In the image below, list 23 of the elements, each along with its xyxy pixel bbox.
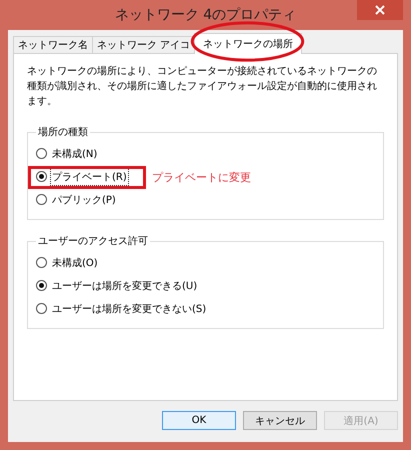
radio-button[interactable] (36, 148, 47, 159)
description-text: ネットワークの場所により、コンピューターが接続されているネットワークの種類が識別され、その場所に適したファイアウォール設定が自動的に使用されます。 (27, 64, 378, 109)
dialog-button[interactable]: OK (162, 411, 236, 430)
radio-button[interactable] (36, 194, 47, 205)
close-icon (375, 5, 385, 15)
radio-label[interactable]: 未構成(N) (50, 144, 100, 162)
radio-button[interactable] (36, 303, 47, 314)
radio-button[interactable] (36, 280, 47, 291)
window-title: ネットワーク 4のプロパティ (114, 6, 296, 24)
radio-label[interactable]: ユーザーは場所を変更できる(U) (50, 276, 200, 294)
annotation-text: プライベートに変更 (152, 170, 251, 185)
close-button[interactable] (357, 0, 403, 20)
radio-label[interactable]: ユーザーは場所を変更できない(S) (50, 300, 208, 318)
radio-label[interactable]: プライベート(R) (50, 168, 129, 186)
radio-button[interactable] (36, 171, 47, 182)
radio-label[interactable]: 未構成(O) (50, 254, 100, 272)
radio-button[interactable] (36, 257, 47, 268)
tab[interactable]: ネットワークの場所 (194, 33, 302, 54)
group-title: ユーザーのアクセス許可 (37, 234, 149, 248)
dialog-button[interactable]: キャンセル (243, 411, 317, 430)
group-title: 場所の種類 (37, 126, 89, 139)
radio-label[interactable]: パブリック(P) (50, 190, 118, 208)
tab[interactable]: ネットワーク名 (13, 36, 93, 53)
